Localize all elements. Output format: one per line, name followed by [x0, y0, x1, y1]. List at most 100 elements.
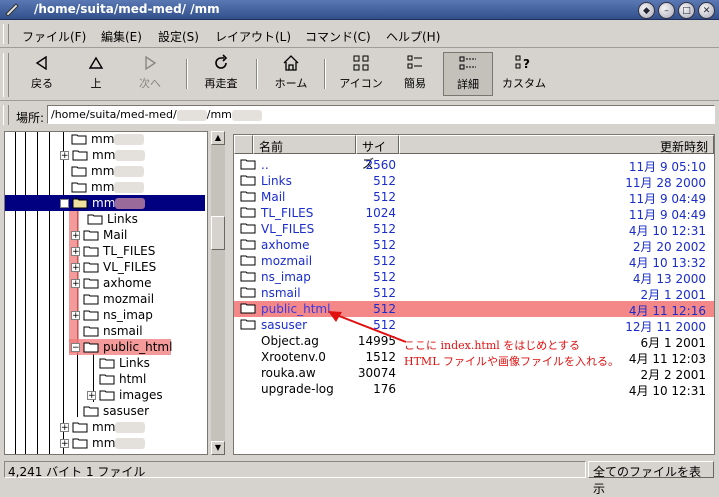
tree-node[interactable]: mozmail: [83, 291, 154, 307]
expand-icon[interactable]: +: [71, 278, 80, 288]
folder-icon: [240, 223, 256, 234]
minimize-icon[interactable]: –: [658, 2, 675, 19]
table-row[interactable]: ns_imap 512 4月 13 2000: [234, 269, 714, 286]
header-icon-column[interactable]: [234, 135, 253, 154]
table-row[interactable]: sasuser 512 12月 11 2000: [234, 317, 714, 334]
table-row[interactable]: upgrade-log 176 4月 10 12:31: [234, 381, 714, 398]
tree-node[interactable]: Links: [87, 211, 138, 227]
icon-view-button[interactable]: アイコン: [334, 52, 388, 96]
close-icon[interactable]: ✕: [698, 2, 715, 19]
tree-node[interactable]: + mm: [60, 419, 146, 435]
file-size: 512: [373, 270, 396, 284]
menu-command[interactable]: コマンド(C): [305, 28, 371, 45]
expand-icon[interactable]: +: [60, 438, 69, 448]
expand-icon[interactable]: +: [60, 150, 69, 160]
tree-node[interactable]: + ns_imap: [71, 307, 153, 323]
locationbar-grip[interactable]: [3, 105, 9, 125]
collapse-icon[interactable]: −: [60, 198, 69, 208]
scroll-down-icon[interactable]: ▼: [211, 441, 225, 455]
file-list[interactable]: 名前 サイズ 更新時刻 .. 2560 11月 9 05:10 Links 512 11月…: [233, 134, 715, 455]
home-button[interactable]: ホーム: [268, 52, 314, 96]
folder-icon: [71, 166, 87, 177]
brief-view-button[interactable]: 簡易: [394, 52, 436, 96]
file-name: ns_imap: [261, 270, 311, 284]
expand-icon[interactable]: +: [71, 230, 80, 240]
tree-node[interactable]: + VL_FILES: [71, 259, 156, 275]
file-size: 512: [373, 174, 396, 188]
table-row[interactable]: .. 2560 11月 9 05:10: [234, 157, 714, 174]
expand-icon[interactable]: +: [71, 246, 80, 256]
menu-bar: ファイル(F) 編集(E) 設定(S) レイアウト(L) コマンド(C) ヘルプ…: [0, 21, 719, 48]
tree-node[interactable]: + images: [87, 387, 163, 403]
file-filter-button[interactable]: 全てのファイルを表示: [588, 461, 714, 496]
table-row[interactable]: VL_FILES 512 4月 10 12:31: [234, 221, 714, 238]
back-label: 戻る: [31, 77, 53, 90]
tree-scrollbar[interactable]: ▲ ▼: [211, 131, 225, 455]
table-row[interactable]: axhome 512 2月 20 2002: [234, 237, 714, 254]
tree-node[interactable]: + TL_FILES: [71, 243, 155, 259]
location-input[interactable]: /home/suita/med-med/ /mm: [47, 105, 715, 124]
tree-node[interactable]: + Mail: [71, 227, 127, 243]
expand-icon[interactable]: +: [71, 310, 80, 320]
menu-icon[interactable]: ◆: [638, 2, 655, 19]
folder-icon: [240, 159, 256, 170]
expand-icon[interactable]: +: [71, 262, 80, 272]
tree-node[interactable]: mm: [71, 132, 145, 147]
redacted-segment: [115, 437, 146, 449]
location-path-prefix: /home/suita/med-med/: [51, 108, 177, 121]
annotation-line-1: ここに index.html をはじめとする: [404, 339, 580, 352]
brief-view-label: 簡易: [404, 77, 426, 90]
header-size[interactable]: サイズ: [356, 135, 399, 171]
expand-icon[interactable]: +: [60, 422, 69, 432]
header-name[interactable]: 名前: [253, 135, 356, 154]
directory-tree[interactable]: mm + mm mm mm − mm Links + Mail + TL_FIL…: [4, 131, 208, 455]
menubar-grip[interactable]: [3, 24, 9, 44]
table-row[interactable]: TL_FILES 1024 11月 9 04:49: [234, 205, 714, 222]
folder-icon: [72, 150, 88, 161]
folder-icon: [83, 278, 99, 289]
rescan-button[interactable]: 再走査: [198, 52, 244, 96]
table-row[interactable]: nsmail 512 2月 1 2001: [234, 285, 714, 302]
tree-node-public-html[interactable]: − public_html: [71, 339, 172, 355]
tree-node[interactable]: + mm: [60, 147, 146, 163]
header-modified[interactable]: 更新時刻: [399, 135, 714, 154]
menu-file[interactable]: ファイル(F): [22, 28, 86, 45]
tree-node[interactable]: mm: [71, 179, 145, 195]
expand-icon[interactable]: +: [87, 390, 96, 400]
tree-node[interactable]: sasuser: [83, 403, 149, 419]
toolbar-separator: [186, 59, 188, 89]
table-row[interactable]: mozmail 512 4月 10 13:32: [234, 253, 714, 270]
menu-layout[interactable]: レイアウト(L): [215, 28, 291, 45]
detail-view-button[interactable]: 詳細: [443, 52, 493, 96]
custom-view-button[interactable]: ? カスタム: [498, 52, 550, 96]
tree-node[interactable]: nsmail: [83, 323, 143, 339]
file-name: rouka.aw: [261, 366, 316, 380]
up-button[interactable]: 上: [74, 52, 118, 96]
tree-node[interactable]: + axhome: [71, 275, 151, 291]
file-size: 512: [373, 190, 396, 204]
toolbar-grip[interactable]: [3, 53, 9, 97]
menu-edit[interactable]: 編集(E): [101, 28, 142, 45]
redacted-segment: [115, 197, 146, 209]
maximize-icon[interactable]: □: [678, 2, 695, 19]
back-button[interactable]: 戻る: [20, 52, 64, 96]
tree-node[interactable]: html: [99, 371, 146, 387]
collapse-icon[interactable]: −: [71, 342, 80, 352]
menu-settings[interactable]: 設定(S): [158, 28, 199, 45]
table-row[interactable]: public_html 512 4月 11 12:16: [234, 301, 714, 318]
scrollbar-thumb[interactable]: [211, 216, 225, 250]
tree-node-selected[interactable]: − mm: [60, 195, 146, 211]
menu-help[interactable]: ヘルプ(H): [386, 28, 440, 45]
tree-node[interactable]: mm: [71, 451, 114, 454]
folder-icon: [71, 182, 87, 193]
folder-icon: [83, 246, 99, 257]
tree-node[interactable]: Links: [99, 355, 150, 371]
forward-button[interactable]: 次へ: [128, 52, 172, 96]
table-row[interactable]: Links 512 11月 28 2000: [234, 173, 714, 190]
open-folder-icon: [72, 198, 88, 209]
scroll-up-icon[interactable]: ▲: [211, 131, 225, 145]
table-row[interactable]: Mail 512 11月 9 04:49: [234, 189, 714, 206]
svg-text:?: ?: [523, 57, 530, 71]
tree-node[interactable]: + mm: [60, 435, 146, 451]
tree-node[interactable]: mm: [71, 163, 145, 179]
